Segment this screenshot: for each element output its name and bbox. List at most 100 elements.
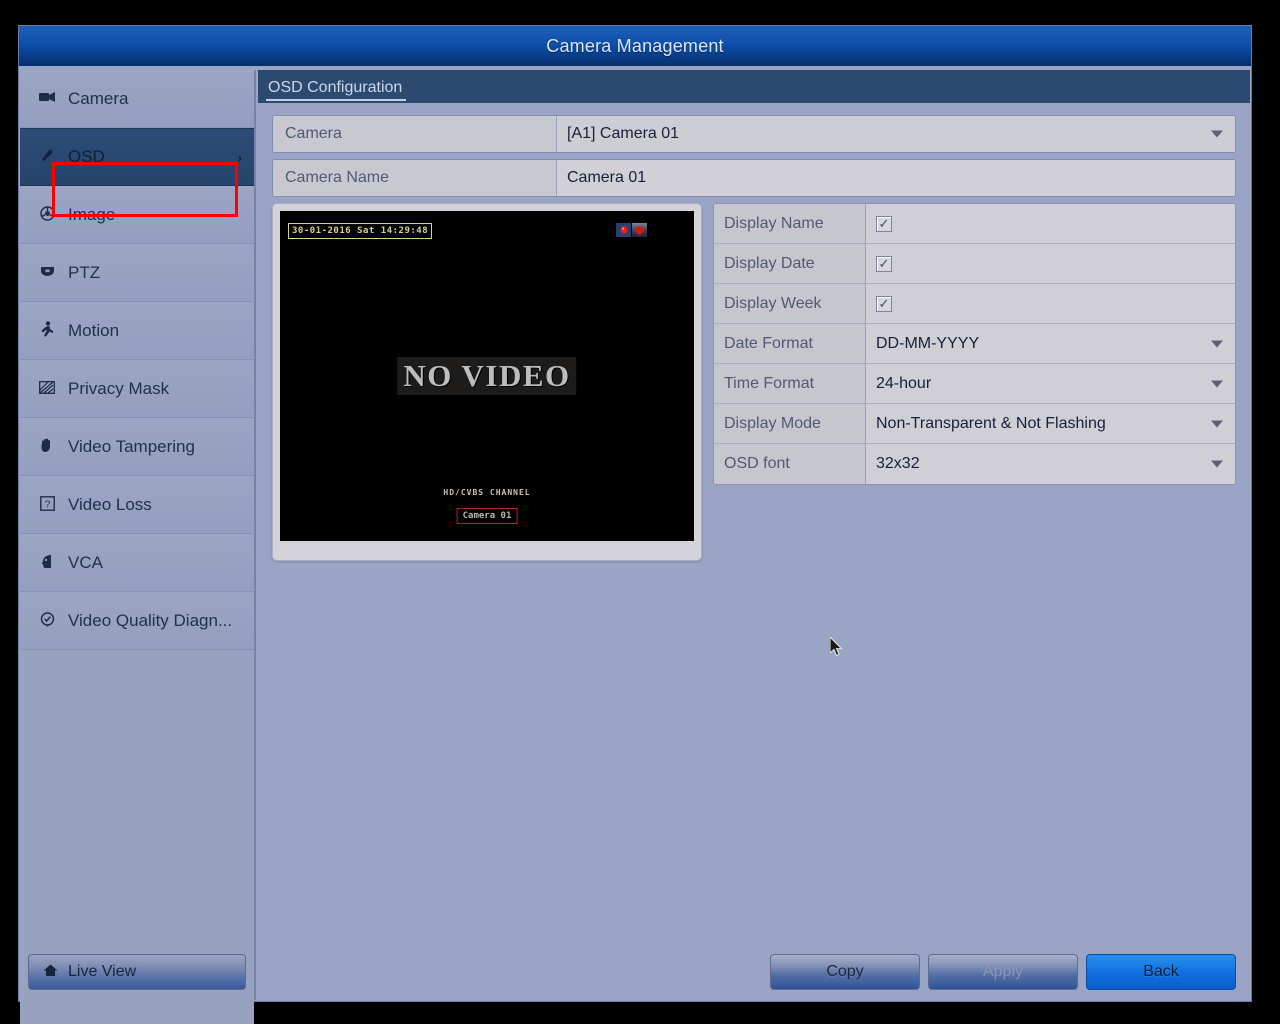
privacy-mask-icon xyxy=(34,380,60,397)
sidebar-item-label: PTZ xyxy=(68,262,101,282)
display-mode-value: Non-Transparent & Not Flashing xyxy=(876,414,1106,432)
content-panel: OSD Configuration Camera [A1] Camera 01 … xyxy=(258,70,1250,1000)
no-video-text: NO VIDEO xyxy=(397,357,577,395)
osd-channel-text: HD/CVBS CHANNEL xyxy=(443,488,531,497)
camera-management-window: Camera Management Camera OSD › Image PTZ… xyxy=(18,25,1252,1024)
hand-icon xyxy=(34,437,60,456)
date-format-select[interactable]: DD-MM-YYYY xyxy=(866,324,1235,363)
screen: Camera Management Camera OSD › Image PTZ… xyxy=(0,0,1280,1024)
sidebar-item-video-loss[interactable]: ? Video Loss xyxy=(20,476,254,534)
sidebar-item-video-quality-diagnostics[interactable]: Video Quality Diagn... xyxy=(20,592,254,650)
sidebar: Camera OSD › Image PTZ Motion Privacy Ma… xyxy=(20,70,256,1024)
display-name-checkbox[interactable]: ✓ xyxy=(876,215,892,232)
setting-label: Display Date xyxy=(714,244,866,283)
question-box-icon: ? xyxy=(34,495,60,514)
sidebar-item-image[interactable]: Image xyxy=(20,186,254,244)
camera-select-row: Camera [A1] Camera 01 xyxy=(272,115,1236,153)
table-row: Display Mode Non-Transparent & Not Flash… xyxy=(714,404,1235,444)
setting-value: ✓ xyxy=(866,204,1235,243)
check-circle-icon xyxy=(34,611,60,630)
home-icon xyxy=(43,964,58,981)
time-format-select[interactable]: 24-hour xyxy=(866,364,1235,403)
chevron-right-icon: › xyxy=(237,149,242,165)
osd-datetime-overlay[interactable]: 30-01-2016 Sat 14:29:48 xyxy=(288,223,433,239)
copy-button[interactable]: Copy xyxy=(770,954,920,990)
sidebar-item-label: VCA xyxy=(68,552,103,572)
table-row: Display Date ✓ xyxy=(714,244,1235,284)
sidebar-item-label: Image xyxy=(68,204,116,224)
live-view-button[interactable]: Live View xyxy=(28,954,246,990)
content-body: Camera [A1] Camera 01 Camera Name Camera… xyxy=(258,103,1250,1000)
setting-label: Display Name xyxy=(714,204,866,243)
osd-font-select[interactable]: 32x32 xyxy=(866,444,1235,484)
osd-font-value: 32x32 xyxy=(876,455,920,472)
sidebar-item-privacy-mask[interactable]: Privacy Mask xyxy=(20,360,254,418)
page-title: Camera Management xyxy=(546,35,724,56)
table-row: Date Format DD-MM-YYYY xyxy=(714,324,1235,364)
date-format-value: DD-MM-YYYY xyxy=(876,334,980,352)
camera-name-label: Camera Name xyxy=(273,160,557,196)
setting-label: Date Format xyxy=(714,324,866,363)
setting-value: ✓ xyxy=(866,284,1235,323)
chevron-down-icon xyxy=(1211,340,1223,347)
footer-buttons: Copy Apply Back xyxy=(770,954,1236,990)
setting-label: OSD font xyxy=(714,444,866,484)
chevron-down-icon xyxy=(1211,420,1223,427)
chevron-down-icon xyxy=(1211,460,1223,468)
osd-icon xyxy=(34,148,60,166)
sidebar-item-camera[interactable]: Camera xyxy=(20,70,254,128)
osd-camera-name-overlay[interactable]: Camera 01 xyxy=(456,508,518,524)
sidebar-item-label: Camera xyxy=(68,88,129,108)
osd-status-icons xyxy=(616,223,647,237)
motion-icon xyxy=(34,321,60,340)
video-preview-frame: 30-01-2016 Sat 14:29:48 NO VIDEO HD/CVBS… xyxy=(272,203,702,561)
table-row: Display Week ✓ xyxy=(714,284,1235,324)
setting-label: Display Week xyxy=(714,284,866,323)
apply-button: Apply xyxy=(928,954,1078,990)
sidebar-item-label: Privacy Mask xyxy=(68,378,170,398)
sidebar-item-label: OSD xyxy=(68,147,105,166)
camera-select[interactable]: [A1] Camera 01 xyxy=(557,116,1235,152)
table-row: OSD font 32x32 xyxy=(714,444,1235,484)
camera-name-row: Camera Name Camera 01 xyxy=(272,159,1236,197)
sidebar-item-osd[interactable]: OSD › xyxy=(20,128,254,186)
sidebar-item-ptz[interactable]: PTZ xyxy=(20,244,254,302)
alarm-icon xyxy=(616,223,631,237)
osd-settings-table: Display Name ✓ Display Date ✓ Display We… xyxy=(713,203,1236,485)
table-row: Time Format 24-hour xyxy=(714,364,1235,404)
content-header: OSD Configuration xyxy=(258,70,1250,103)
setting-label: Time Format xyxy=(714,364,866,403)
face-icon xyxy=(34,554,60,572)
back-button[interactable]: Back xyxy=(1086,954,1236,990)
record-icon xyxy=(632,223,647,237)
ptz-icon xyxy=(34,265,60,281)
display-mode-select[interactable]: Non-Transparent & Not Flashing xyxy=(866,404,1235,443)
sidebar-item-label: Video Loss xyxy=(68,494,152,514)
sidebar-item-label: Video Quality Diagn... xyxy=(68,610,233,630)
video-preview[interactable]: 30-01-2016 Sat 14:29:48 NO VIDEO HD/CVBS… xyxy=(280,211,694,541)
osd-editor-area: 30-01-2016 Sat 14:29:48 NO VIDEO HD/CVBS… xyxy=(272,203,1236,561)
window-title-bar: Camera Management xyxy=(19,26,1251,66)
setting-label: Display Mode xyxy=(714,404,866,443)
image-icon xyxy=(34,205,60,224)
sidebar-item-motion[interactable]: Motion xyxy=(20,302,254,360)
display-week-checkbox[interactable]: ✓ xyxy=(876,295,892,312)
chevron-down-icon xyxy=(1211,380,1223,387)
live-view-label: Live View xyxy=(68,963,137,980)
camera-name-value: Camera 01 xyxy=(567,169,647,186)
camera-select-value: [A1] Camera 01 xyxy=(567,125,680,142)
content-header-title: OSD Configuration xyxy=(266,78,407,101)
sidebar-item-vca[interactable]: VCA xyxy=(20,534,254,592)
display-date-checkbox[interactable]: ✓ xyxy=(876,255,892,272)
live-view-container: Live View xyxy=(20,954,254,990)
chevron-down-icon xyxy=(1211,130,1223,138)
table-row: Display Name ✓ xyxy=(714,204,1235,244)
svg-text:?: ? xyxy=(44,499,50,510)
time-format-value: 24-hour xyxy=(876,374,932,392)
sidebar-item-label: Motion xyxy=(68,320,120,340)
sidebar-item-label: Video Tampering xyxy=(68,436,195,456)
camera-name-input[interactable]: Camera 01 xyxy=(557,160,1235,196)
camera-label: Camera xyxy=(273,116,557,152)
sidebar-item-video-tampering[interactable]: Video Tampering xyxy=(20,418,254,476)
camera-icon xyxy=(34,91,60,106)
